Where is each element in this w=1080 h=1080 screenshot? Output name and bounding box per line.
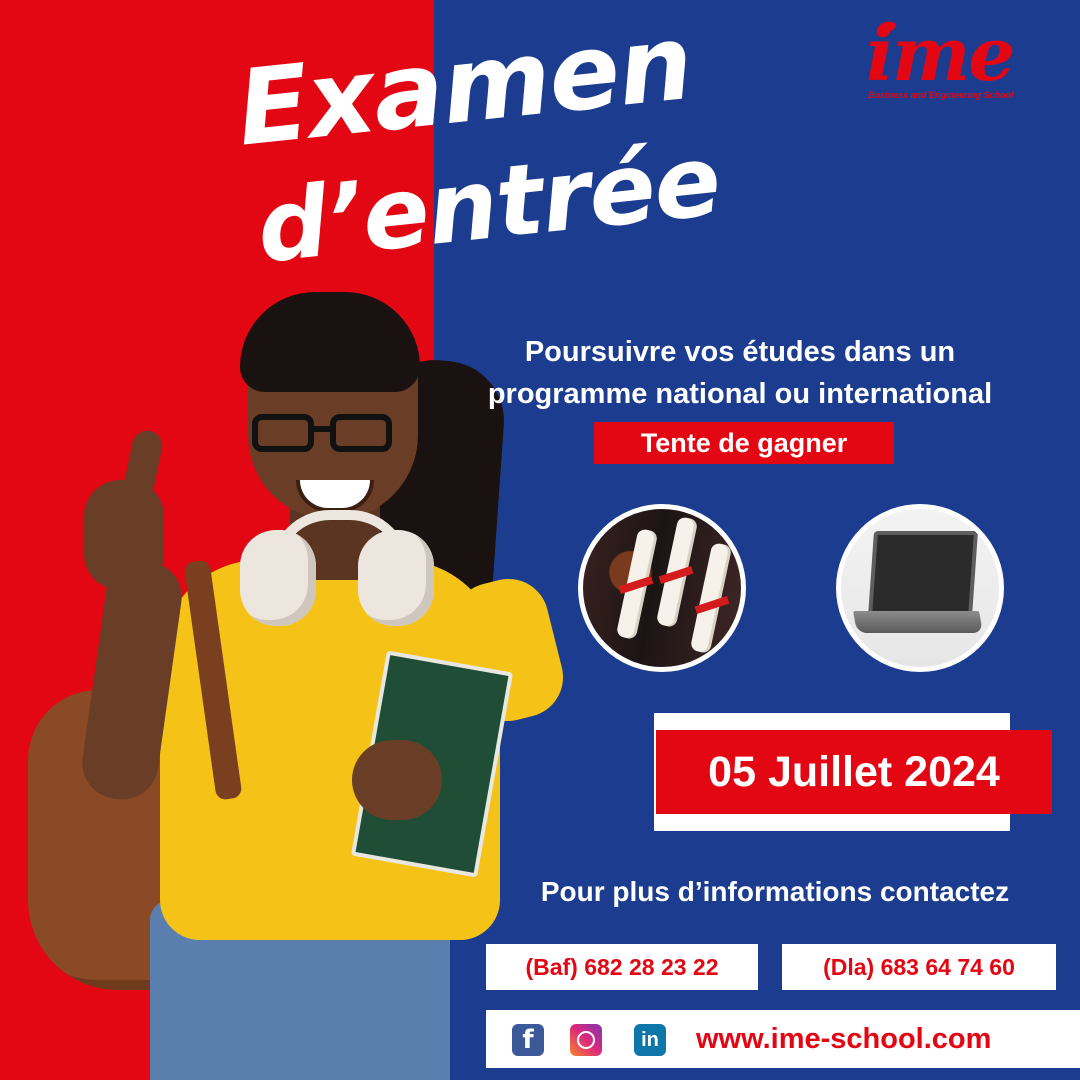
glasses-bridge	[312, 426, 332, 432]
ime-logo[interactable]: ime Business and Engineering School	[860, 18, 1060, 110]
glasses-lens-left	[252, 414, 314, 452]
diploma-scrolls-image	[578, 504, 746, 672]
hair	[240, 292, 420, 392]
glasses	[252, 414, 402, 454]
logo-tagline: Business and Engineering School	[868, 90, 1014, 100]
instagram-icon[interactable]	[570, 1024, 602, 1056]
phone-douala[interactable]: (Dla) 683 64 74 60	[782, 944, 1056, 990]
prize-label-badge: Tente de gagner	[594, 422, 894, 464]
facebook-icon[interactable]: f	[512, 1024, 544, 1056]
subtitle-line-1: Poursuivre vos études dans un	[524, 336, 956, 368]
hand-holding-book	[352, 740, 442, 820]
laptop-image	[836, 504, 1004, 672]
subtitle-line-2: programme national ou international	[487, 378, 993, 410]
phone-bafoussam[interactable]: (Baf) 682 28 23 22	[486, 944, 758, 990]
exam-date: 05 Juillet 2024	[656, 730, 1052, 814]
glasses-lens-right	[330, 414, 392, 452]
headphones	[240, 510, 440, 630]
laptop-screen	[867, 531, 979, 617]
contact-heading: Pour plus d’informations contactez	[540, 876, 1010, 907]
headphones-cup-right	[358, 530, 434, 626]
laptop-base	[853, 611, 983, 633]
headphones-cup-left	[240, 530, 316, 626]
website-link[interactable]: www.ime-school.com	[696, 1010, 991, 1068]
linkedin-icon[interactable]: in	[634, 1024, 666, 1056]
social-bar: f in www.ime-school.com	[486, 1010, 1080, 1068]
